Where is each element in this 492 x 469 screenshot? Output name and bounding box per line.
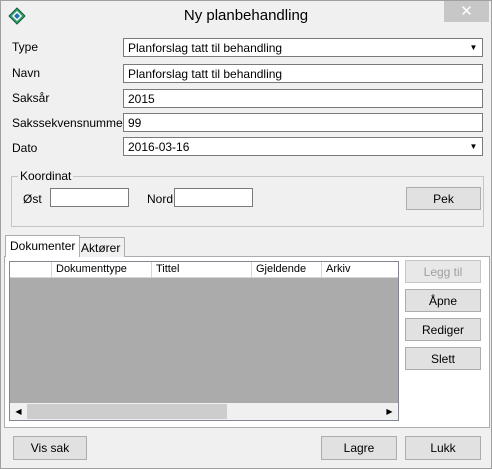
column-header-select[interactable] (10, 262, 52, 278)
lukk-button[interactable]: Lukk (405, 436, 481, 460)
title-bar: Ny planbehandling ✕ (1, 1, 491, 32)
window-title: Ny planbehandling (183, 7, 309, 24)
lagre-button[interactable]: Lagre (321, 436, 397, 460)
chevron-down-icon[interactable]: ▼ (466, 139, 481, 154)
apne-button[interactable]: Åpne (405, 289, 481, 312)
column-header-tittel[interactable]: Tittel (152, 262, 252, 278)
dato-label: Dato (12, 141, 38, 155)
legg-til-button[interactable]: Legg til (405, 260, 481, 283)
type-select-value: Planforslag tatt til behandling (128, 41, 283, 55)
close-icon[interactable]: ✕ (444, 1, 489, 22)
column-header-dokumenttype[interactable]: Dokumenttype (52, 262, 152, 278)
arrow-right-icon[interactable]: ▶ (381, 403, 398, 420)
type-label: Type (12, 40, 39, 54)
dato-value: 2016-03-16 (128, 140, 190, 154)
koordinat-group-label: Koordinat (18, 169, 74, 183)
navn-input[interactable]: Planforslag tatt til behandling (123, 64, 483, 83)
rediger-button[interactable]: Rediger (405, 318, 481, 341)
documents-grid[interactable]: Dokumenttype Tittel Gjeldende Arkiv ◀ ▶ (9, 261, 399, 421)
column-header-gjeldende[interactable]: Gjeldende (252, 262, 322, 278)
saksar-input[interactable]: 2015 (123, 89, 483, 108)
type-select[interactable]: Planforslag tatt til behandling ▼ (123, 38, 483, 57)
slett-button[interactable]: Slett (405, 347, 481, 370)
horizontal-scrollbar[interactable]: ◀ ▶ (10, 403, 398, 420)
nord-label: Nord (147, 192, 174, 206)
column-header-arkiv[interactable]: Arkiv (322, 262, 398, 278)
chevron-down-icon[interactable]: ▼ (466, 40, 481, 55)
dialog-window: Ny planbehandling ✕ Type Planforslag tat… (0, 0, 492, 469)
arrow-left-icon[interactable]: ◀ (10, 403, 27, 420)
ost-label: Øst (23, 192, 42, 206)
ost-input[interactable] (50, 188, 129, 207)
tab-aktorer[interactable]: Aktører (76, 237, 126, 257)
scrollbar-thumb[interactable] (27, 404, 227, 419)
grid-header: Dokumenttype Tittel Gjeldende Arkiv (10, 262, 398, 278)
sakssekvensnummer-label: Sakssekvensnummer (12, 116, 127, 130)
tab-dokumenter[interactable]: Dokumenter (5, 235, 81, 257)
dato-picker[interactable]: 2016-03-16 ▼ (123, 137, 483, 156)
nord-input[interactable] (174, 188, 253, 207)
pek-button[interactable]: Pek (406, 187, 481, 210)
navn-label: Navn (12, 66, 41, 80)
sakssekvensnummer-input[interactable]: 99 (123, 113, 483, 132)
vis-sak-button[interactable]: Vis sak (13, 436, 87, 460)
saksar-label: Saksår (12, 91, 50, 105)
